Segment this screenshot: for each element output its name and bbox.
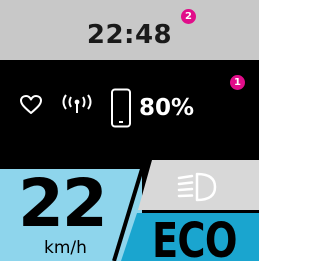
headlight-icon — [177, 172, 217, 202]
display-screen: 22:48 2 1 80% 22 km/h ECO — [0, 0, 259, 261]
assist-mode-label: ECO — [152, 213, 237, 261]
